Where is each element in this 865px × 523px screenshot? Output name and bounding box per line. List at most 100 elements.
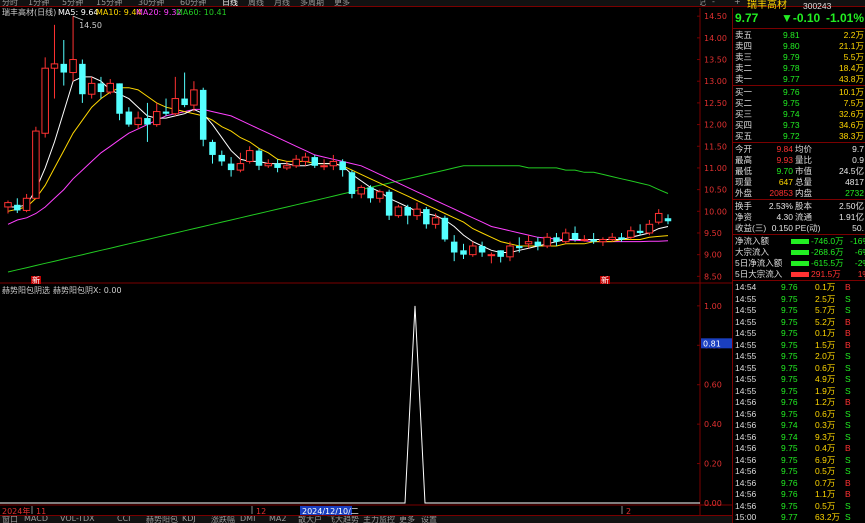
candle-body	[571, 232, 579, 240]
candle-13	[125, 107, 133, 127]
flow-row[interactable]: 大宗流入 -268.6万 -6%	[733, 247, 865, 257]
candle-body	[320, 165, 328, 168]
ask-volume: 2.2万	[843, 30, 864, 40]
kline-chart[interactable]: 14.50 14.50 14.00 13.50 13.00 12.50 12.00 11.5…	[0, 0, 732, 515]
tick-row[interactable]: 14:56 9.76 1.2万 B	[733, 397, 865, 407]
indicator-tab-12[interactable]: 更多	[399, 516, 415, 523]
tick-row[interactable]: 14:55 9.75 0.1万 B	[733, 328, 865, 338]
tick-direction: B	[845, 489, 851, 499]
tick-row[interactable]: 14:56 9.76 1.1万 B	[733, 489, 865, 499]
indicator-tab-7[interactable]: DMI	[240, 516, 255, 523]
candle-47	[441, 215, 449, 242]
indicator-tab-3[interactable]: CCI	[117, 516, 131, 523]
date-label: 11	[36, 507, 46, 515]
indicator-tab-6[interactable]: 涨跌幅	[211, 516, 235, 523]
candle-body	[50, 63, 59, 69]
tick-row[interactable]: 14:55 9.75 5.2万 B	[733, 317, 865, 327]
candle-19	[181, 72, 188, 108]
tick-direction: B	[845, 339, 851, 350]
bid-volume: 32.6万	[838, 109, 864, 119]
candle-body	[292, 158, 300, 167]
stat-row[interactable]: 最高 9.93 量比 0.9	[733, 155, 865, 165]
candle-body	[654, 212, 663, 223]
bid-row[interactable]: 买四 9.73 34.6万	[733, 120, 865, 130]
bid-row[interactable]: 买五 9.72 38.3万	[733, 131, 865, 141]
flow-row[interactable]: 5日净流入额 -615.5万 -2%	[733, 258, 865, 268]
price-row[interactable]: 9.77 ▼-0.10 -1.01%	[733, 12, 865, 27]
indicator-tab-0[interactable]: 窗口	[2, 516, 18, 523]
candle-59	[553, 232, 560, 246]
tick-row[interactable]: 14:55 9.75 1.9万 S	[733, 386, 865, 396]
candle-body	[516, 245, 523, 249]
tick-volume: 0.6万	[815, 362, 836, 373]
ask-row[interactable]: 卖二 9.78 18.4万	[733, 63, 865, 73]
tick-row[interactable]: 14:56 9.74 0.3万 S	[733, 420, 865, 430]
indicator-tab-10[interactable]: 飞大趋势	[327, 516, 359, 523]
ask-volume: 21.1万	[838, 41, 864, 51]
indicator-tab-1[interactable]: MACD	[24, 516, 48, 523]
tick-row[interactable]: 14:55 9.75 4.9万 S	[733, 374, 865, 384]
stat-row[interactable]: 外盘 20853 内盘 2732	[733, 188, 865, 198]
tick-row[interactable]: 14:55 9.75 2.5万 S	[733, 294, 865, 304]
tick-time: 14:56	[735, 466, 757, 476]
indicator-tab-9[interactable]: 散大户	[298, 516, 322, 523]
indicator-tab-11[interactable]: 主力监控	[363, 516, 395, 523]
candle-24	[227, 157, 235, 177]
tick-row[interactable]: 14:55 9.75 5.7万 S	[733, 305, 865, 315]
bid-row[interactable]: 买一 9.76 10.1万	[733, 87, 865, 97]
ask-row[interactable]: 卖一 9.77 43.8万	[733, 74, 865, 84]
tick-row[interactable]: 14:55 9.75 2.0万 S	[733, 351, 865, 361]
panel-divider	[733, 85, 865, 86]
tick-row[interactable]: 14:56 9.74 9.3万 S	[733, 432, 865, 442]
indicator-tab-5[interactable]: KDJ	[182, 516, 196, 523]
ask-row[interactable]: 卖五 9.81 2.2万	[733, 30, 865, 40]
tick-row[interactable]: 14:55 9.75 1.5万 B	[733, 340, 865, 350]
stat-label: 今开	[735, 144, 753, 154]
panel-divider	[733, 199, 865, 200]
new-marker: 新	[601, 275, 609, 285]
moving-average-lines	[7, 76, 669, 273]
indicator-tab-4[interactable]: 赫势阳包	[146, 516, 178, 523]
flow-pct: -16%	[850, 236, 865, 246]
indicator-tab-2[interactable]: VOL-TDX	[60, 516, 95, 523]
tick-row[interactable]: 14:56 9.75 0.4万 B	[733, 443, 865, 453]
candle-body	[385, 191, 393, 216]
tick-volume: 9.3万	[815, 431, 836, 442]
signal-line	[0, 305, 700, 504]
bid-row[interactable]: 买二 9.75 7.5万	[733, 98, 865, 108]
stock-header[interactable]: 瑞丰高材 300243	[733, 1, 865, 12]
flow-row[interactable]: 净流入额 -746.0万 -16%	[733, 236, 865, 246]
tick-row[interactable]: 14:56 9.76 0.7万 B	[733, 478, 865, 488]
flow-row[interactable]: 5日大宗流入 291.5万 1%	[733, 269, 865, 279]
date-label: 2	[626, 507, 631, 515]
stat-row[interactable]: 最低 9.70 市值 24.5亿	[733, 166, 865, 176]
price-label: 14.50	[704, 12, 727, 21]
stat-row[interactable]: 换手 2.53% 股本 2.50亿	[733, 201, 865, 211]
tick-time: 14:55	[735, 351, 757, 361]
candle-body	[32, 130, 40, 199]
stat-label: 外盘	[735, 188, 753, 198]
candle-64	[599, 237, 607, 246]
candle-body	[469, 245, 477, 256]
tick-row[interactable]: 15:00 9.77 63.2万 S	[733, 512, 865, 522]
tick-row[interactable]: 14:56 9.75 0.6万 S	[733, 409, 865, 419]
tick-row[interactable]: 14:56 9.75 0.5万 S	[733, 501, 865, 511]
stat-row[interactable]: 收益(三) 0.150 PE(动) 50.	[733, 223, 865, 233]
tick-time: 14:55	[735, 305, 757, 315]
stat-row[interactable]: 今开 9.84 均价 9.7	[733, 144, 865, 154]
stat-row[interactable]: 净资 4.30 流通 1.91亿	[733, 212, 865, 222]
ask-row[interactable]: 卖三 9.79 5.5万	[733, 52, 865, 62]
indicator-tab-13[interactable]: 设置	[421, 516, 437, 523]
candle-65	[608, 232, 616, 242]
bid-row[interactable]: 买三 9.74 32.6万	[733, 109, 865, 119]
stat-value: 9.7	[852, 144, 864, 154]
indicator-tab-8[interactable]: MA2	[269, 516, 286, 523]
tick-row[interactable]: 14:55 9.75 0.6万 S	[733, 363, 865, 373]
ask-row[interactable]: 卖四 9.80 21.1万	[733, 41, 865, 51]
tick-row[interactable]: 14:56 9.75 6.9万 S	[733, 455, 865, 465]
tick-row[interactable]: 14:54 9.76 0.1万 B	[733, 282, 865, 292]
price-label: 10.50	[704, 186, 727, 195]
stat-row[interactable]: 现量 647 总量 4817	[733, 177, 865, 187]
flow-pct: -6%	[854, 247, 865, 257]
tick-row[interactable]: 14:56 9.75 0.5万 S	[733, 466, 865, 476]
